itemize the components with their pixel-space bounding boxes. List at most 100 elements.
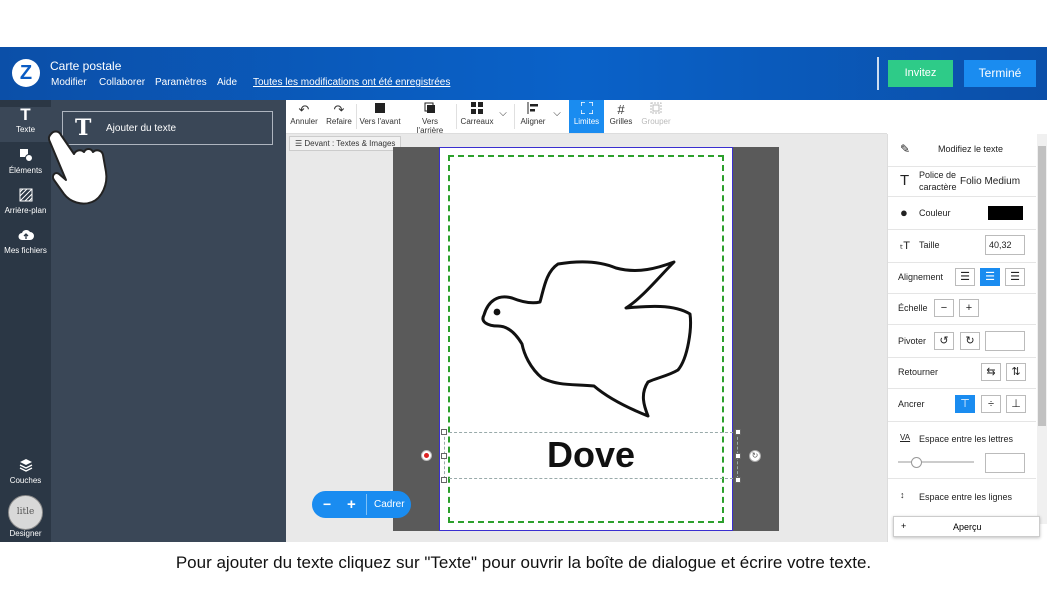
letter-spacing-slider[interactable] xyxy=(898,461,974,463)
font-value[interactable]: Folio Medium xyxy=(960,176,1020,187)
rotate-left-icon[interactable]: ↺ xyxy=(934,332,954,350)
zoom-control: − + Cadrer xyxy=(312,491,411,518)
resize-handle[interactable] xyxy=(735,453,741,459)
align-dropdown[interactable]: ⌵ xyxy=(550,100,564,133)
anchor-row: Ancrer ⊤ ÷ ⊥ xyxy=(888,388,1036,422)
sidebar-item-texte[interactable]: T Texte xyxy=(0,105,51,142)
limits-button[interactable]: Limites xyxy=(569,100,604,133)
designer-avatar[interactable]: litle xyxy=(8,495,43,530)
rotate-input[interactable] xyxy=(985,331,1025,351)
grid-icon: # xyxy=(617,102,625,117)
bring-forward-button[interactable]: Vers l'avant xyxy=(359,100,401,133)
bring-forward-icon xyxy=(359,100,401,117)
resize-handle[interactable] xyxy=(441,429,447,435)
anchor-bottom-icon[interactable]: ⊥ xyxy=(1006,395,1026,413)
letter-spacing-row: VA Espace entre les lettres xyxy=(888,421,1036,479)
scale-label: Échelle xyxy=(898,303,928,313)
letter-spacing-label: Espace entre les lettres xyxy=(919,434,1014,444)
undo-label: Annuler xyxy=(290,117,318,126)
designer-label: Designer xyxy=(9,529,42,538)
canvas-text[interactable]: Dove xyxy=(444,434,738,476)
dove-illustration[interactable] xyxy=(478,258,694,418)
text-icon: T xyxy=(20,105,31,124)
undo-icon: ↶ xyxy=(298,102,310,117)
scale-down-icon[interactable]: − xyxy=(934,299,954,317)
save-status-link[interactable]: Toutes les modifications ont été enregis… xyxy=(253,77,450,88)
sidebar-item-background[interactable]: Arrière-plan xyxy=(0,188,51,215)
menu-modifier[interactable]: Modifier xyxy=(51,77,87,88)
resize-handle[interactable] xyxy=(441,453,447,459)
letter-spacing-icon: VA xyxy=(900,433,911,442)
resize-handle[interactable] xyxy=(735,429,741,435)
font-row[interactable]: T Police de caractère Folio Medium xyxy=(888,166,1036,197)
group-button[interactable]: Grouper xyxy=(639,100,673,133)
align-icon xyxy=(518,100,548,117)
resize-handle[interactable] xyxy=(441,477,447,483)
palette-icon: ● xyxy=(900,205,908,220)
resize-handle[interactable] xyxy=(735,477,741,483)
dove-eye xyxy=(493,308,501,316)
anchor-top-icon[interactable]: ⊤ xyxy=(955,395,975,413)
menu-collaborer[interactable]: Collaborer xyxy=(99,77,145,88)
zazzle-logo[interactable]: Z xyxy=(12,59,40,87)
tiles-button[interactable]: Carreaux xyxy=(459,100,495,133)
grids-label: Grilles xyxy=(609,117,633,126)
letter-spacing-input[interactable] xyxy=(985,453,1025,473)
delete-handle-icon[interactable] xyxy=(421,450,432,461)
flip-horizontal-icon[interactable]: ⇆ xyxy=(981,363,1001,381)
zoom-out-button[interactable]: − xyxy=(323,491,331,518)
app-header: Z Carte postale Modifier Collaborer Para… xyxy=(0,47,1047,100)
tiles-dropdown[interactable]: ⌵ xyxy=(496,100,510,133)
left-sidebar: T Texte Éléments Arrière-plan Mes fichie… xyxy=(0,100,51,542)
backward-label: Vers l'arrière xyxy=(416,117,444,135)
anchor-middle-icon[interactable]: ÷ xyxy=(981,395,1001,413)
color-swatch[interactable] xyxy=(988,206,1023,220)
rotate-row: Pivoter ↺ ↻ xyxy=(888,324,1036,358)
undo-button[interactable]: ↶ Annuler xyxy=(288,100,320,133)
fit-button[interactable]: Cadrer xyxy=(374,491,405,518)
sidebar-item-label: Éléments xyxy=(8,166,43,175)
align-left-icon[interactable]: ☰ xyxy=(955,268,975,286)
side-label-text: Devant : Textes & Images xyxy=(304,139,396,148)
sidebar-item-label: Arrière-plan xyxy=(4,206,47,215)
document-title: Carte postale xyxy=(50,59,122,73)
sidebar-item-label: Texte xyxy=(15,125,36,134)
preview-button[interactable]: + Aperçu xyxy=(893,516,1040,537)
scrollbar-thumb[interactable] xyxy=(1038,146,1046,426)
rotate-handle-icon[interactable]: ↻ xyxy=(749,450,761,462)
color-row: ● Couleur xyxy=(888,196,1036,230)
send-backward-button[interactable]: Vers l'arrière xyxy=(408,100,452,135)
redo-icon: ↷ xyxy=(333,102,345,117)
grids-button[interactable]: # Grilles xyxy=(606,100,636,133)
align-center-icon[interactable]: ☰ xyxy=(980,268,1000,286)
menu-parametres[interactable]: Paramètres xyxy=(155,77,207,88)
redo-button[interactable]: ↷ Refaire xyxy=(324,100,354,133)
tiles-icon xyxy=(459,100,495,117)
rotate-label: Pivoter xyxy=(898,336,927,346)
sidebar-item-elements[interactable]: Éléments xyxy=(0,148,51,175)
sidebar-item-my-files[interactable]: Mes fichiers xyxy=(0,228,51,255)
size-input[interactable]: 40,32 xyxy=(985,235,1025,255)
rotate-right-icon[interactable]: ↻ xyxy=(960,332,980,350)
send-backward-icon xyxy=(408,100,452,117)
plus-icon: + xyxy=(901,521,907,531)
scale-up-icon[interactable]: + xyxy=(959,299,979,317)
limits-label: Limites xyxy=(573,117,600,126)
header-divider xyxy=(877,57,879,90)
align-right-icon[interactable]: ☰ xyxy=(1005,268,1025,286)
sidebar-item-label: Couches xyxy=(9,476,42,485)
menu-aide[interactable]: Aide xyxy=(217,77,237,88)
invite-button[interactable]: Invitez xyxy=(888,60,953,87)
slider-handle[interactable] xyxy=(911,457,922,468)
line-spacing-row: ↕ Espace entre les lignes xyxy=(888,478,1036,518)
sidebar-item-layers[interactable]: Couches xyxy=(0,458,51,485)
tutorial-caption: Pour ajouter du texte cliquez sur "Texte… xyxy=(175,553,872,572)
side-selector[interactable]: ☰ Devant : Textes & Images xyxy=(289,136,402,151)
font-size-icon: ₜT xyxy=(900,240,910,252)
flip-vertical-icon[interactable]: ⇅ xyxy=(1006,363,1026,381)
align-button[interactable]: Aligner xyxy=(518,100,548,133)
align-label: Aligner xyxy=(520,117,546,126)
forward-label: Vers l'avant xyxy=(359,117,401,126)
zoom-in-button[interactable]: + xyxy=(347,491,356,518)
done-button[interactable]: Terminé xyxy=(964,60,1036,87)
